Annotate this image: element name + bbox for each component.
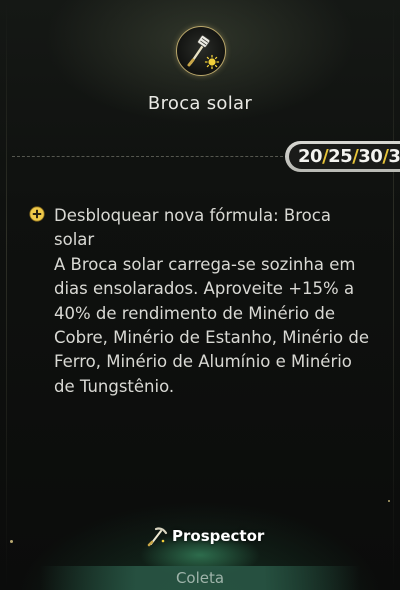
- skill-icon-badge: [176, 26, 226, 76]
- sparkle-decoration: [388, 500, 390, 502]
- plus-circle-icon: [29, 206, 45, 222]
- skill-title: Broca solar: [147, 93, 253, 114]
- description-line: 40% de rendimento de Minério de: [54, 303, 335, 323]
- level-requirement-text: 20/25/30/35: [298, 145, 400, 169]
- right-border-line: [393, 0, 394, 590]
- description-line: solar: [54, 230, 95, 250]
- level-value: 30: [358, 146, 383, 167]
- level-value: 25: [328, 146, 353, 167]
- description-line: Cobre, Minério de Estanho, Minério de: [54, 328, 370, 348]
- category-label: Coleta: [175, 569, 225, 587]
- skill-description: Desbloquear nova fórmula: Broca solar A …: [54, 204, 384, 399]
- profession-tag: Prospector: [146, 524, 264, 548]
- sparkle-decoration: [10, 540, 13, 543]
- solar-drill-icon: [187, 35, 220, 70]
- left-border-line: [6, 0, 7, 590]
- skill-card: Broca solar 20/25/30/35 Desbloquear nova…: [0, 0, 400, 590]
- description-line: de Tungstênio.: [54, 376, 175, 396]
- profession-label: Prospector: [172, 527, 265, 545]
- level-value: 35: [388, 146, 400, 167]
- description-line: A Broca solar carrega-se sozinha em: [54, 254, 356, 274]
- level-value: 20: [298, 146, 323, 167]
- description-line: Ferro, Minério de Alumínio e Minério: [54, 352, 352, 372]
- pickaxe-icon: [147, 527, 168, 547]
- header-divider: [12, 156, 288, 157]
- description-line: dias ensolarados. Aproveite +15% a: [54, 279, 355, 299]
- description-line: Desbloquear nova fórmula: Broca: [54, 206, 331, 225]
